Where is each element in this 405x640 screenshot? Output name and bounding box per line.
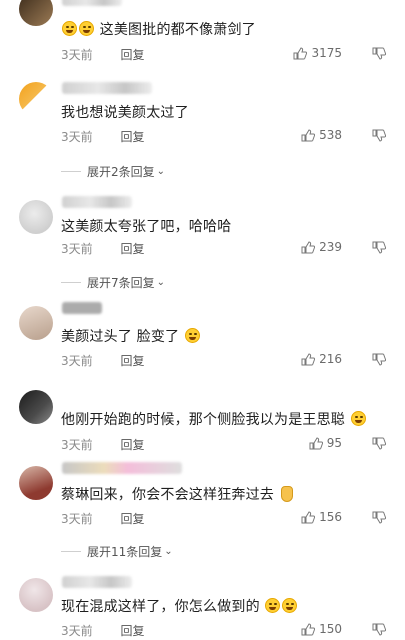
- comment-text: 蔡琳回来，你会不会这样狂奔过去: [61, 484, 293, 504]
- thumbs-down-icon[interactable]: [372, 437, 386, 450]
- expand-replies-button[interactable]: 展开11条回复 ⌄: [61, 543, 173, 560]
- avatar[interactable]: [19, 200, 53, 234]
- like-button[interactable]: 239: [301, 240, 342, 254]
- thumbs-up-icon: [293, 46, 308, 59]
- divider: [61, 282, 81, 283]
- like-button[interactable]: 3175: [293, 46, 342, 60]
- expand-replies-label: 展开7条回复: [87, 276, 155, 290]
- comment-time: 3天前: [61, 130, 93, 144]
- comment-meta: 3天前 回复: [61, 128, 144, 145]
- comment-text: 这美颜太夸张了吧，哈哈哈: [61, 219, 232, 235]
- reply-button[interactable]: 回复: [120, 438, 144, 452]
- thumbs-up-icon: [301, 622, 316, 635]
- fist-emoji-icon: [280, 486, 293, 502]
- like-button[interactable]: 150: [301, 622, 342, 636]
- like-button[interactable]: 156: [301, 510, 342, 524]
- comment-text: 他刚开始跑的时候，那个侧脸我以为是王思聪: [61, 409, 367, 429]
- comment-time: 3天前: [61, 512, 93, 526]
- avatar[interactable]: [19, 306, 53, 340]
- comment-time: 3天前: [61, 624, 93, 638]
- laughing-emoji-icon: [62, 21, 77, 36]
- like-count: 3175: [311, 46, 342, 60]
- like-button[interactable]: 538: [301, 128, 342, 142]
- username-blurred: [62, 302, 102, 314]
- username-blurred: [62, 196, 132, 208]
- thumbs-up-icon: [309, 436, 323, 449]
- expand-replies-button[interactable]: 展开2条回复 ⌄: [61, 163, 165, 180]
- comment-time: 3天前: [61, 48, 93, 62]
- like-count: 239: [319, 240, 342, 254]
- comment-meta: 3天前 回复: [61, 352, 144, 369]
- like-count: 150: [319, 622, 342, 636]
- comment-meta: 3天前 回复: [61, 46, 144, 63]
- username-blurred: [62, 82, 152, 94]
- reply-button[interactable]: 回复: [120, 624, 144, 638]
- avatar[interactable]: [19, 82, 53, 116]
- divider: [61, 551, 81, 552]
- thumbs-down-icon[interactable]: [372, 623, 386, 636]
- comment-time: 3天前: [61, 242, 93, 256]
- thumbs-up-icon: [301, 240, 316, 253]
- reply-button[interactable]: 回复: [120, 354, 144, 368]
- comment-body: 现在混成这样了，你怎么做到的: [61, 599, 260, 615]
- avatar[interactable]: [19, 390, 53, 424]
- reply-button[interactable]: 回复: [120, 130, 144, 144]
- laughing-emoji-icon: [184, 328, 200, 343]
- avatar[interactable]: [19, 466, 53, 500]
- like-count: 538: [319, 128, 342, 142]
- avatar[interactable]: [19, 0, 53, 26]
- like-button[interactable]: 216: [301, 352, 342, 366]
- laughing-emoji-icon: [265, 598, 281, 613]
- divider: [61, 171, 81, 172]
- comment-meta: 3天前 回复: [61, 240, 144, 257]
- like-count: 216: [319, 352, 342, 366]
- username-blurred: [62, 576, 132, 588]
- comment-meta: 3天前 回复: [61, 510, 144, 527]
- comment-time: 3天前: [61, 438, 93, 452]
- thumbs-down-icon[interactable]: [372, 129, 386, 142]
- like-count: 95: [326, 436, 342, 450]
- comment-time: 3天前: [61, 354, 93, 368]
- thumbs-up-icon: [301, 352, 316, 365]
- reply-button[interactable]: 回复: [120, 242, 144, 256]
- thumbs-up-icon: [301, 510, 316, 523]
- thumbs-up-icon: [301, 128, 316, 141]
- like-count: 156: [319, 510, 342, 524]
- reply-button[interactable]: 回复: [120, 48, 144, 62]
- username-blurred: [62, 0, 122, 6]
- laughing-emoji-icon: [79, 21, 94, 36]
- comment-text: 这美图批的都不像萧剑了: [61, 19, 256, 39]
- comment-meta: 3天前 回复: [61, 436, 144, 453]
- laughing-emoji-icon: [282, 598, 298, 613]
- expand-replies-label: 展开2条回复: [87, 165, 155, 179]
- chevron-down-icon: ⌄: [156, 166, 166, 177]
- laughing-emoji-icon: [350, 411, 366, 426]
- chevron-down-icon: ⌄: [164, 546, 173, 557]
- avatar[interactable]: [19, 578, 53, 612]
- comment-body: 他刚开始跑的时候，那个侧脸我以为是王思聪: [61, 412, 345, 428]
- comment-meta: 3天前 回复: [61, 622, 144, 639]
- reply-button[interactable]: 回复: [120, 512, 144, 526]
- expand-replies-button[interactable]: 展开7条回复 ⌄: [61, 274, 165, 291]
- comment-body: 美颜过头了 脸变了: [61, 329, 180, 345]
- username-blurred: [62, 462, 182, 474]
- thumbs-down-icon[interactable]: [372, 241, 386, 254]
- chevron-down-icon: ⌄: [156, 277, 166, 288]
- comment-body: 这美图批的都不像萧剑了: [99, 22, 256, 38]
- comment-text: 现在混成这样了，你怎么做到的: [61, 596, 298, 616]
- like-button[interactable]: 95: [309, 436, 342, 450]
- comment-text: 美颜过头了 脸变了: [61, 326, 201, 346]
- thumbs-down-icon[interactable]: [372, 353, 386, 366]
- thumbs-down-icon[interactable]: [372, 47, 386, 60]
- comment-body: 蔡琳回来，你会不会这样狂奔过去: [61, 487, 274, 503]
- comment-text: 我也想说美颜太过了: [61, 105, 189, 121]
- thumbs-down-icon[interactable]: [372, 511, 386, 524]
- expand-replies-label: 展开11条回复: [87, 545, 163, 559]
